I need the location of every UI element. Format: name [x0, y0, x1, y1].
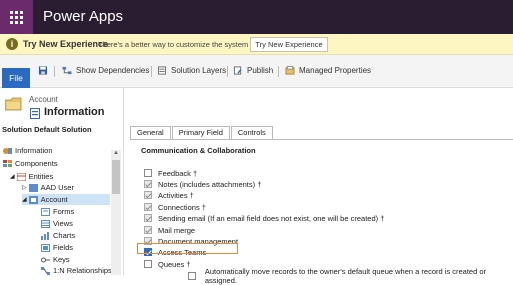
info-icon	[3, 147, 12, 154]
form-icon	[30, 108, 40, 119]
sending-email-checkbox	[144, 214, 152, 222]
tree-item-charts[interactable]: Charts	[41, 230, 75, 241]
tree-item-views[interactable]: Views	[41, 218, 73, 229]
top-bar: Power Apps	[0, 0, 513, 34]
option-sending-email: Sending email (If an email field does no…	[144, 213, 384, 223]
folder-icon	[5, 97, 22, 111]
tab-general[interactable]: General	[130, 126, 171, 139]
collapse-arrow-icon[interactable]: ◢	[22, 196, 27, 203]
activities-checkbox	[144, 191, 152, 199]
dependencies-icon	[62, 66, 72, 75]
scroll-up-icon[interactable]: ▲	[111, 150, 121, 159]
charts-icon	[41, 231, 49, 240]
keys-icon	[41, 257, 50, 262]
solution-layers-label: Solution Layers	[171, 66, 227, 75]
solution-explorer: Account Information Solution Default Sol…	[0, 88, 124, 275]
publish-button[interactable]: Publish	[233, 66, 273, 75]
show-dependencies-label: Show Dependencies	[76, 66, 150, 75]
entity-icon	[28, 183, 38, 192]
components-icon	[3, 159, 12, 167]
fields-icon	[41, 243, 50, 252]
tab-controls[interactable]: Controls	[230, 126, 273, 139]
option-mail-merge: Mail merge	[144, 225, 195, 235]
connections-checkbox	[144, 203, 152, 211]
expand-arrow-icon[interactable]: ▷	[22, 184, 27, 191]
entity-icon	[28, 195, 38, 204]
notice-title: Try New Experience	[23, 39, 109, 49]
tree-item-entities[interactable]: ◢ Entities	[10, 171, 53, 182]
relationships-icon	[41, 266, 50, 275]
mail-merge-checkbox	[144, 226, 152, 234]
tab-content: Communication & Collaboration Feedback †…	[130, 139, 513, 285]
queues-checkbox[interactable]	[144, 260, 152, 268]
managed-properties-icon	[285, 66, 295, 75]
toolbar: File Show Dependencies Solution Layers P…	[0, 55, 513, 88]
notes-checkbox	[144, 180, 152, 188]
save-button[interactable]	[38, 66, 52, 75]
option-auto-move-queue[interactable]: Automatically move records to the owner'…	[188, 267, 513, 285]
app-launcher-button[interactable]	[0, 0, 33, 34]
entity-name: Information	[44, 106, 105, 118]
tree-item-account[interactable]: ◢ Account	[22, 194, 110, 205]
access-teams-highlight	[137, 243, 238, 254]
tree-item-forms[interactable]: Forms	[41, 206, 74, 217]
collapse-arrow-icon[interactable]: ◢	[10, 173, 15, 180]
forms-icon	[41, 207, 50, 216]
tree-item-fields[interactable]: Fields	[41, 242, 73, 253]
managed-properties-label: Managed Properties	[299, 66, 372, 75]
app-title: Power Apps	[43, 8, 124, 25]
tree-scrollbar[interactable]: ▲	[111, 150, 121, 275]
feedback-checkbox[interactable]	[144, 169, 152, 177]
option-notes: Notes (includes attachments) †	[144, 179, 261, 189]
solution-layers-button[interactable]: Solution Layers	[157, 66, 226, 75]
publish-label: Publish	[247, 66, 274, 75]
show-dependencies-button[interactable]: Show Dependencies	[62, 66, 149, 75]
tree-item-components[interactable]: Components	[3, 158, 58, 169]
tab-bar: General Primary Field Controls	[130, 126, 274, 139]
option-activities: Activities †	[144, 190, 194, 200]
scroll-thumb[interactable]	[112, 160, 120, 194]
waffle-icon	[10, 10, 23, 24]
notice-text: There's a better way to customize the sy…	[98, 40, 249, 49]
file-button[interactable]: File	[2, 68, 30, 88]
tree-item-aad-user[interactable]: ▷ AAD User	[22, 182, 74, 193]
publish-icon	[233, 66, 242, 75]
entity-caption: Account	[29, 95, 58, 104]
managed-properties-button[interactable]: Managed Properties	[285, 66, 371, 75]
auto-move-queue-checkbox[interactable]	[188, 272, 196, 280]
tree-item-1n-relationships[interactable]: 1:N Relationships	[41, 265, 112, 276]
views-icon	[41, 219, 50, 228]
try-new-experience-button[interactable]: Try New Experience	[250, 37, 328, 52]
layers-icon	[157, 66, 167, 75]
tree-item-information[interactable]: Information	[3, 145, 53, 156]
section-title: Communication & Collaboration	[141, 146, 256, 155]
entities-icon	[16, 172, 26, 181]
notification-bar: i Try New Experience There's a better wa…	[0, 34, 513, 55]
option-feedback[interactable]: Feedback †	[144, 168, 197, 178]
option-connections: Connections †	[144, 202, 206, 212]
info-icon: i	[6, 38, 18, 50]
solution-title: Solution Default Solution	[0, 125, 123, 137]
option-queues[interactable]: Queues †	[144, 259, 191, 269]
tree-item-keys[interactable]: Keys	[41, 254, 70, 265]
save-icon	[38, 66, 48, 75]
tab-primary-field[interactable]: Primary Field	[171, 126, 230, 139]
